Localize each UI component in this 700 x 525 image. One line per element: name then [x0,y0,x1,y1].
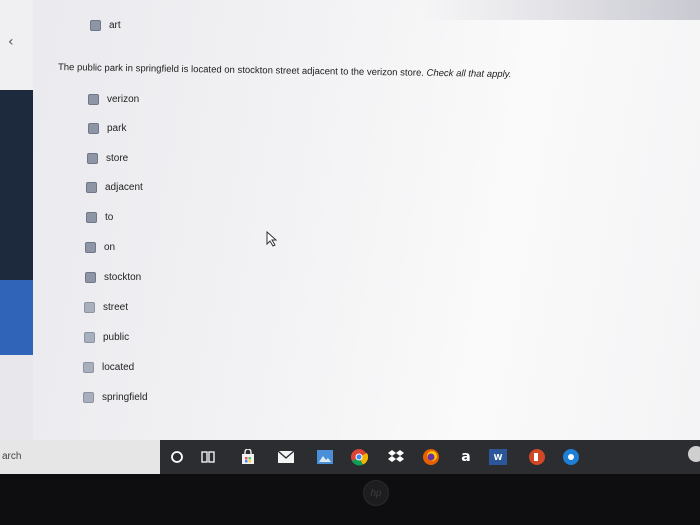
checkbox-option[interactable]: located [83,362,134,373]
option-label: stockton [104,272,142,283]
checkbox[interactable] [83,392,94,403]
amazon-label: a [461,449,471,465]
checkbox[interactable] [86,212,97,223]
checkbox[interactable] [85,242,96,253]
checkbox-option[interactable]: verizon [88,94,139,105]
word-label: W [493,452,503,462]
checkbox[interactable] [88,94,99,105]
checkbox-option[interactable]: springfield [83,392,148,403]
mouse-cursor-icon [266,231,278,247]
browser-page: ‹ art The public park in springfield is … [0,0,700,440]
amazon-icon[interactable]: a [456,447,476,467]
cortana-icon[interactable] [167,447,187,467]
checkbox[interactable] [88,123,99,134]
question-body: The public park in springfield is locate… [57,62,424,79]
question-text: The public park in springfield is locate… [58,62,512,80]
checkbox-option-art[interactable]: art [90,20,121,31]
checkbox-option[interactable]: park [88,123,126,134]
powerpoint-icon[interactable] [527,447,547,467]
checkbox[interactable] [84,302,95,313]
hp-logo-icon: hp [363,480,389,506]
word-icon[interactable]: W [489,449,507,465]
store-icon[interactable] [238,447,258,467]
option-label: springfield [102,392,148,403]
question-instruction: Check all that apply. [426,67,512,81]
dropbox-icon[interactable] [386,447,406,467]
firefox-icon[interactable] [421,447,441,467]
windows-taskbar: arch a W [0,440,700,474]
laptop-bezel [0,474,700,525]
option-label: adjacent [105,182,143,193]
blue-app-icon[interactable] [561,447,581,467]
option-label: on [104,242,116,253]
checkbox-option[interactable]: public [84,332,129,343]
checkbox[interactable] [86,182,97,193]
taskbar-search-box[interactable]: arch [0,440,160,474]
checkbox[interactable] [90,20,101,31]
photos-icon[interactable] [315,447,335,467]
checkbox[interactable] [83,362,94,373]
left-panel-dark [0,90,33,280]
top-shadow [420,0,700,20]
checkbox-option[interactable]: street [84,302,128,313]
left-panel-blue [0,280,33,355]
left-panel-lower [0,355,33,440]
checkbox-option[interactable]: to [86,212,113,223]
option-label: street [103,302,129,313]
option-label: art [109,20,121,31]
checkbox-option[interactable]: store [87,153,128,164]
chrome-icon[interactable] [349,447,369,467]
option-label: located [102,362,135,373]
checkbox[interactable] [85,272,96,283]
checkbox-option[interactable]: stockton [85,272,141,283]
option-label: park [107,123,127,134]
task-view-icon[interactable] [198,447,218,467]
edge-icon[interactable] [684,444,700,464]
checkbox-option[interactable]: adjacent [86,182,143,193]
checkbox[interactable] [84,332,95,343]
option-label: public [103,332,130,343]
checkbox-option[interactable]: on [85,242,115,253]
chevron-left-icon[interactable]: ‹ [8,34,14,50]
checkbox[interactable] [87,153,98,164]
search-text: arch [2,451,22,462]
option-label: verizon [107,94,140,105]
mail-icon[interactable] [276,447,296,467]
option-label: to [105,212,114,223]
option-label: store [106,153,129,164]
